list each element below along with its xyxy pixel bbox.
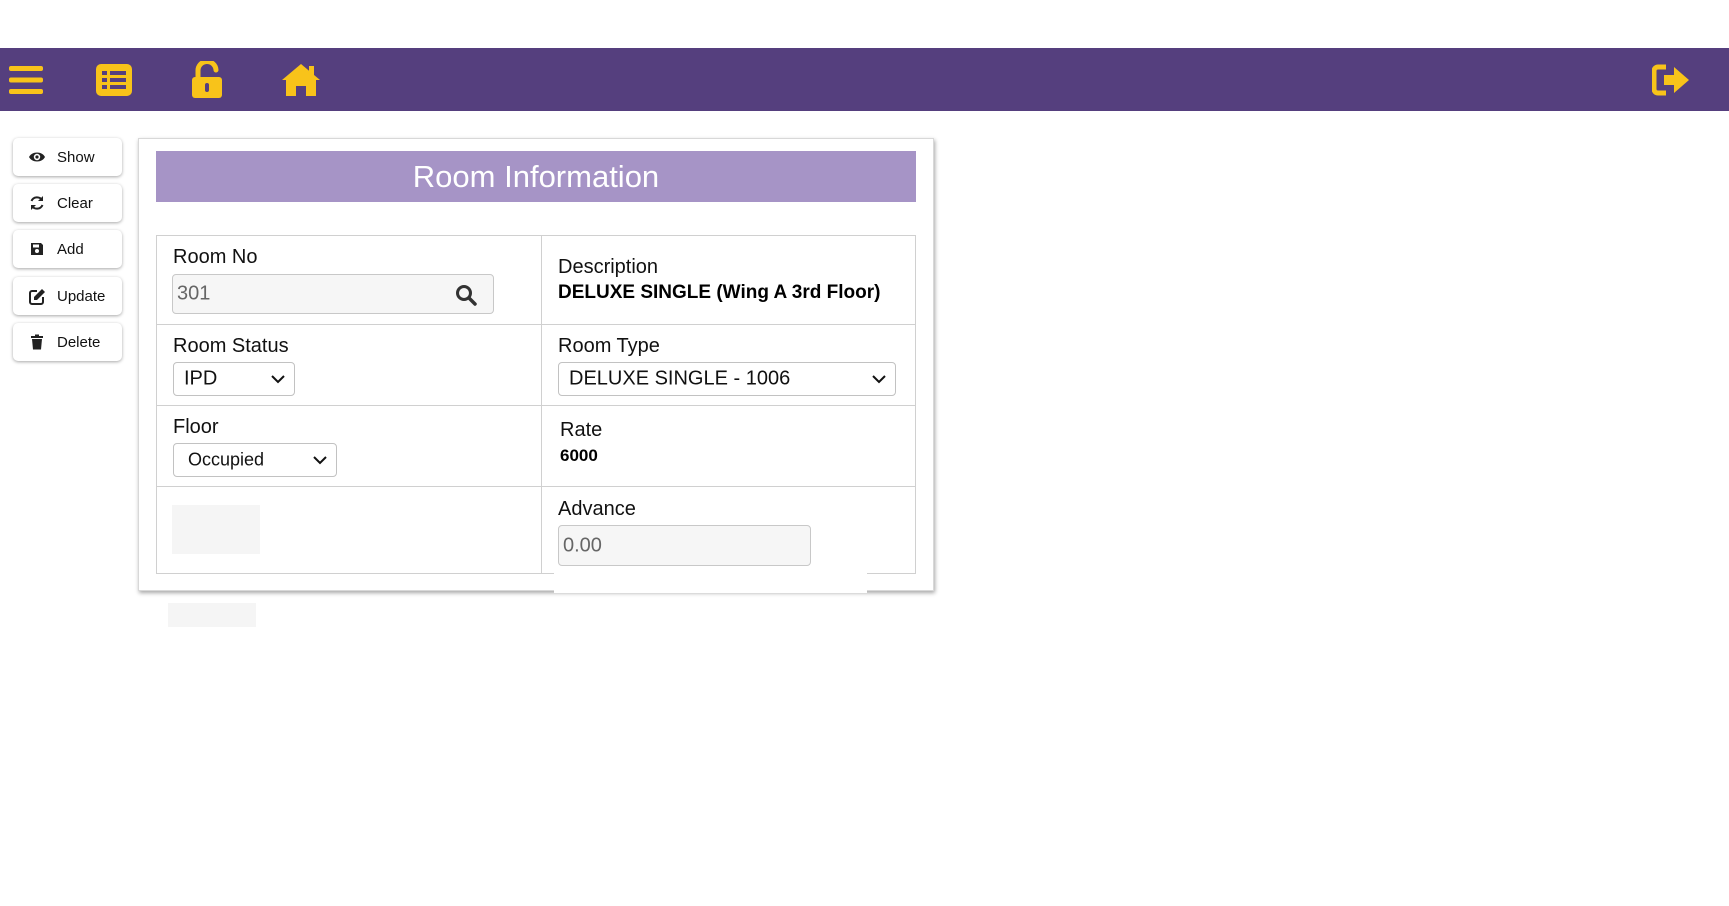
room-status-select[interactable]: IPD <box>173 362 295 396</box>
delete-button-label: Delete <box>57 333 101 351</box>
show-button-label: Show <box>57 148 95 166</box>
unlock-icon[interactable] <box>185 58 229 102</box>
edit-icon <box>27 286 47 306</box>
room-status-label: Room Status <box>173 335 289 357</box>
advance-value: 0.00 <box>563 534 602 556</box>
search-icon[interactable] <box>455 284 477 311</box>
room-type-label: Room Type <box>558 335 660 357</box>
menu-icon[interactable] <box>4 58 48 102</box>
room-type-select[interactable]: DELUXE SINGLE - 1006 <box>558 362 896 396</box>
placeholder-block <box>172 505 260 554</box>
floor-label: Floor <box>173 416 219 438</box>
clear-button[interactable]: Clear <box>13 184 122 222</box>
add-button-label: Add <box>57 240 84 258</box>
row-divider <box>157 405 915 406</box>
trash-icon <box>27 332 47 352</box>
description-label: Description <box>558 256 659 278</box>
clear-button-label: Clear <box>57 194 93 212</box>
show-button[interactable]: Show <box>13 138 122 176</box>
advance-label: Advance <box>558 498 636 520</box>
room-information-card: Room Information Room No 301 Description… <box>138 138 934 593</box>
logout-icon[interactable] <box>1649 58 1693 102</box>
home-icon[interactable] <box>279 58 323 102</box>
advance-input[interactable]: 0.00 <box>558 525 811 566</box>
update-button-label: Update <box>57 287 106 305</box>
rate-value: 6000 <box>560 446 598 465</box>
save-icon <box>27 239 47 259</box>
room-type-value: DELUXE SINGLE - 1006 <box>569 367 791 390</box>
room-form-grid: Room No 301 Description DELUXE SINGLE (W… <box>156 235 916 574</box>
update-button[interactable]: Update <box>13 277 122 315</box>
delete-button[interactable]: Delete <box>13 323 122 361</box>
room-no-value: 301 <box>177 282 211 305</box>
room-no-label: Room No <box>173 246 258 268</box>
row-divider <box>157 486 915 487</box>
refresh-icon <box>27 193 47 213</box>
rate-label: Rate <box>560 419 603 441</box>
card-title: Room Information <box>156 151 916 202</box>
description-value: DELUXE SINGLE (Wing A 3rd Floor) <box>558 282 881 303</box>
placeholder-block <box>168 603 256 627</box>
list-icon[interactable] <box>92 58 136 102</box>
column-divider <box>541 236 542 573</box>
add-button[interactable]: Add <box>13 230 122 268</box>
chevron-down-icon <box>313 456 327 465</box>
floor-value: Occupied <box>188 449 265 470</box>
chevron-down-icon <box>872 375 886 384</box>
row-divider <box>157 324 915 325</box>
room-status-value: IPD <box>184 367 218 390</box>
room-no-input[interactable]: 301 <box>172 274 494 314</box>
overlay-mask <box>554 569 867 593</box>
floor-select[interactable]: Occupied <box>173 443 337 477</box>
eye-icon <box>27 147 47 167</box>
top-navbar <box>0 48 1729 111</box>
chevron-down-icon <box>271 375 285 384</box>
